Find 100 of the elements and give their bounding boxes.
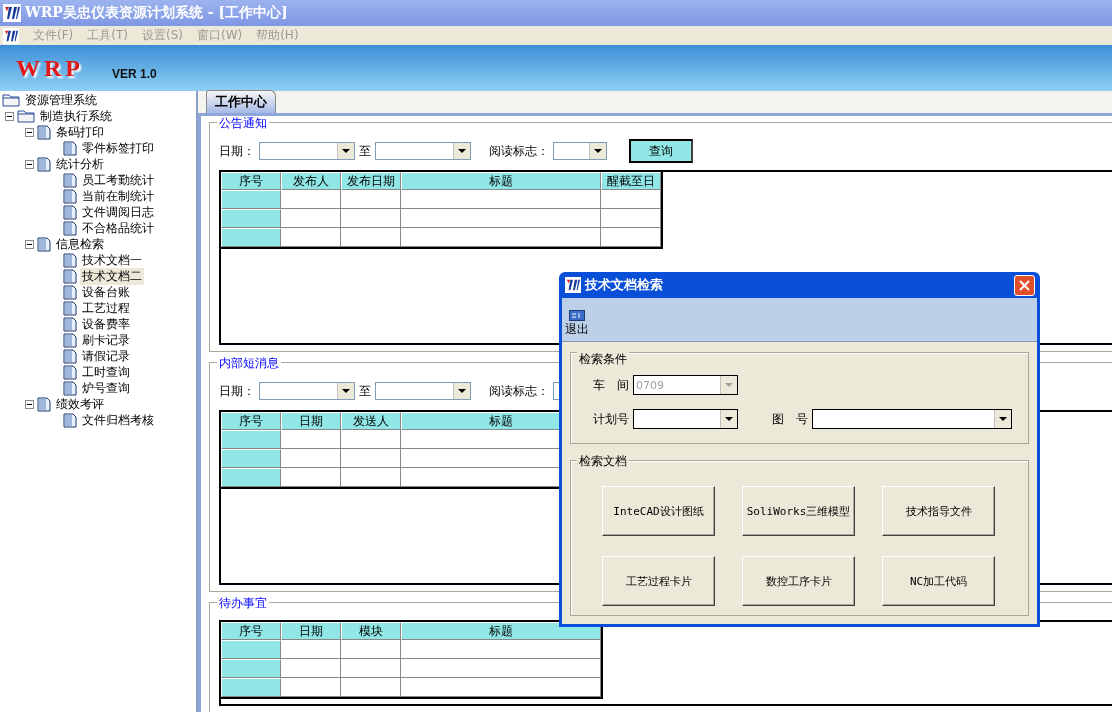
column-header[interactable]: 发布日期 (341, 172, 401, 190)
field-label: 日期： (219, 142, 255, 160)
close-icon (1019, 279, 1030, 291)
exit-icon (569, 310, 585, 321)
table-cell (601, 190, 661, 209)
tree-item[interactable]: 当前在制统计 (80, 187, 156, 205)
table-cell (341, 678, 401, 697)
column-header[interactable]: 发送人 (341, 412, 401, 430)
tree-item[interactable]: 炉号查询 (80, 379, 132, 397)
column-header[interactable]: 序号 (221, 622, 281, 640)
column-header[interactable]: 标题 (401, 622, 601, 640)
exit-button[interactable]: 退出 (565, 310, 589, 338)
tree-item[interactable]: 信息检索 (54, 235, 106, 253)
column-header[interactable]: 序号 (221, 412, 281, 430)
tree-item[interactable]: 请假记录 (80, 347, 132, 365)
collapse-icon[interactable] (25, 127, 34, 137)
field-label: 阅读标志： (489, 382, 549, 400)
document-icon (37, 236, 51, 252)
document-icon (37, 396, 51, 412)
app-logo-icon (3, 27, 19, 44)
table-cell (281, 228, 341, 247)
document-icon (37, 124, 51, 140)
window-title: WRP吴忠仪表资源计划系统 - [工作中心] (25, 4, 288, 22)
document-button[interactable]: SoliWorks三维模型 (742, 486, 855, 536)
column-header[interactable]: 模块 (341, 622, 401, 640)
table-cell (601, 228, 661, 247)
document-icon (63, 220, 77, 236)
document-icon (63, 140, 77, 156)
column-header[interactable]: 标题 (401, 172, 601, 190)
close-button[interactable] (1014, 274, 1035, 296)
table-cell (341, 190, 401, 209)
tree-item[interactable]: 技术文档二 (80, 267, 144, 285)
column-header[interactable]: 日期 (281, 412, 341, 430)
table-cell (341, 228, 401, 247)
tree-item[interactable]: 统计分析 (54, 155, 106, 173)
column-header[interactable]: 醒截至日 (601, 172, 661, 190)
field-label: 日期： (219, 382, 255, 400)
combo-field[interactable] (812, 409, 1012, 429)
table-cell (601, 209, 661, 228)
section-title: 待办事宜 (217, 595, 269, 612)
dialog-title: 技术文档检索 (585, 276, 663, 294)
tree-item[interactable]: 文件调阅日志 (80, 203, 156, 221)
document-icon (63, 300, 77, 316)
table-cell (341, 659, 401, 678)
tree-item[interactable]: 不合格品统计 (80, 219, 156, 237)
document-button[interactable]: 工艺过程卡片 (602, 556, 715, 606)
tree-item[interactable]: 零件标签打印 (80, 139, 156, 157)
tree-item[interactable]: 条码打印 (54, 123, 106, 141)
table-cell (281, 449, 341, 468)
section-title: 内部短消息 (217, 355, 281, 372)
tree-item[interactable]: 制造执行系统 (38, 107, 114, 125)
document-icon (63, 380, 77, 396)
tree-item[interactable]: 绩效考评 (54, 395, 106, 413)
document-icon (63, 268, 77, 284)
document-icon (63, 348, 77, 364)
table-cell (341, 209, 401, 228)
field-label: 阅读标志： (489, 142, 549, 160)
combo-field[interactable] (633, 409, 738, 429)
field-label: 车 间 (593, 376, 629, 394)
table-cell (281, 640, 341, 659)
collapse-icon[interactable] (25, 159, 34, 169)
table-cell (281, 209, 341, 228)
field-label: 至 (359, 142, 371, 160)
tab[interactable]: 工作中心 (206, 90, 276, 113)
collapse-icon[interactable] (5, 111, 14, 121)
tree-item[interactable]: 员工考勤统计 (80, 171, 156, 189)
table-cell (281, 190, 341, 209)
tree-item[interactable]: 技术文档一 (80, 251, 144, 269)
field-label: 至 (359, 382, 371, 400)
column-header[interactable]: 发布人 (281, 172, 341, 190)
folder-icon (17, 109, 35, 123)
tree-item[interactable]: 资源管理系统 (23, 91, 99, 109)
column-header[interactable]: 日期 (281, 622, 341, 640)
document-button[interactable]: NC加工代码 (882, 556, 995, 606)
document-icon (63, 204, 77, 220)
column-header[interactable]: 序号 (221, 172, 281, 190)
tree-item[interactable]: 文件归档考核 (80, 411, 156, 429)
collapse-icon[interactable] (25, 239, 34, 249)
tree-item[interactable]: 工时查询 (80, 363, 132, 381)
table-cell (281, 430, 341, 449)
table-cell (281, 678, 341, 697)
section-title: 公告通知 (217, 116, 269, 132)
document-icon (63, 284, 77, 300)
document-button[interactable]: InteCAD设计图纸 (602, 486, 715, 536)
field-label: 图 号 (772, 410, 808, 428)
tree-item[interactable]: 设备费率 (80, 315, 132, 333)
document-button[interactable]: 技术指导文件 (882, 486, 995, 536)
tree-item[interactable]: 设备台账 (80, 283, 132, 301)
read-flag-combo[interactable] (553, 142, 607, 160)
collapse-icon[interactable] (25, 399, 34, 409)
document-icon (63, 332, 77, 348)
tree-item[interactable]: 刷卡记录 (80, 331, 132, 349)
document-icon (63, 364, 77, 380)
table-cell (281, 468, 341, 487)
document-icon (63, 412, 77, 428)
document-button[interactable]: 数控工序卡片 (742, 556, 855, 606)
document-icon (63, 252, 77, 268)
query-button[interactable]: 查询 (629, 139, 693, 163)
tree-item[interactable]: 工艺过程 (80, 299, 132, 317)
document-icon (63, 172, 77, 188)
